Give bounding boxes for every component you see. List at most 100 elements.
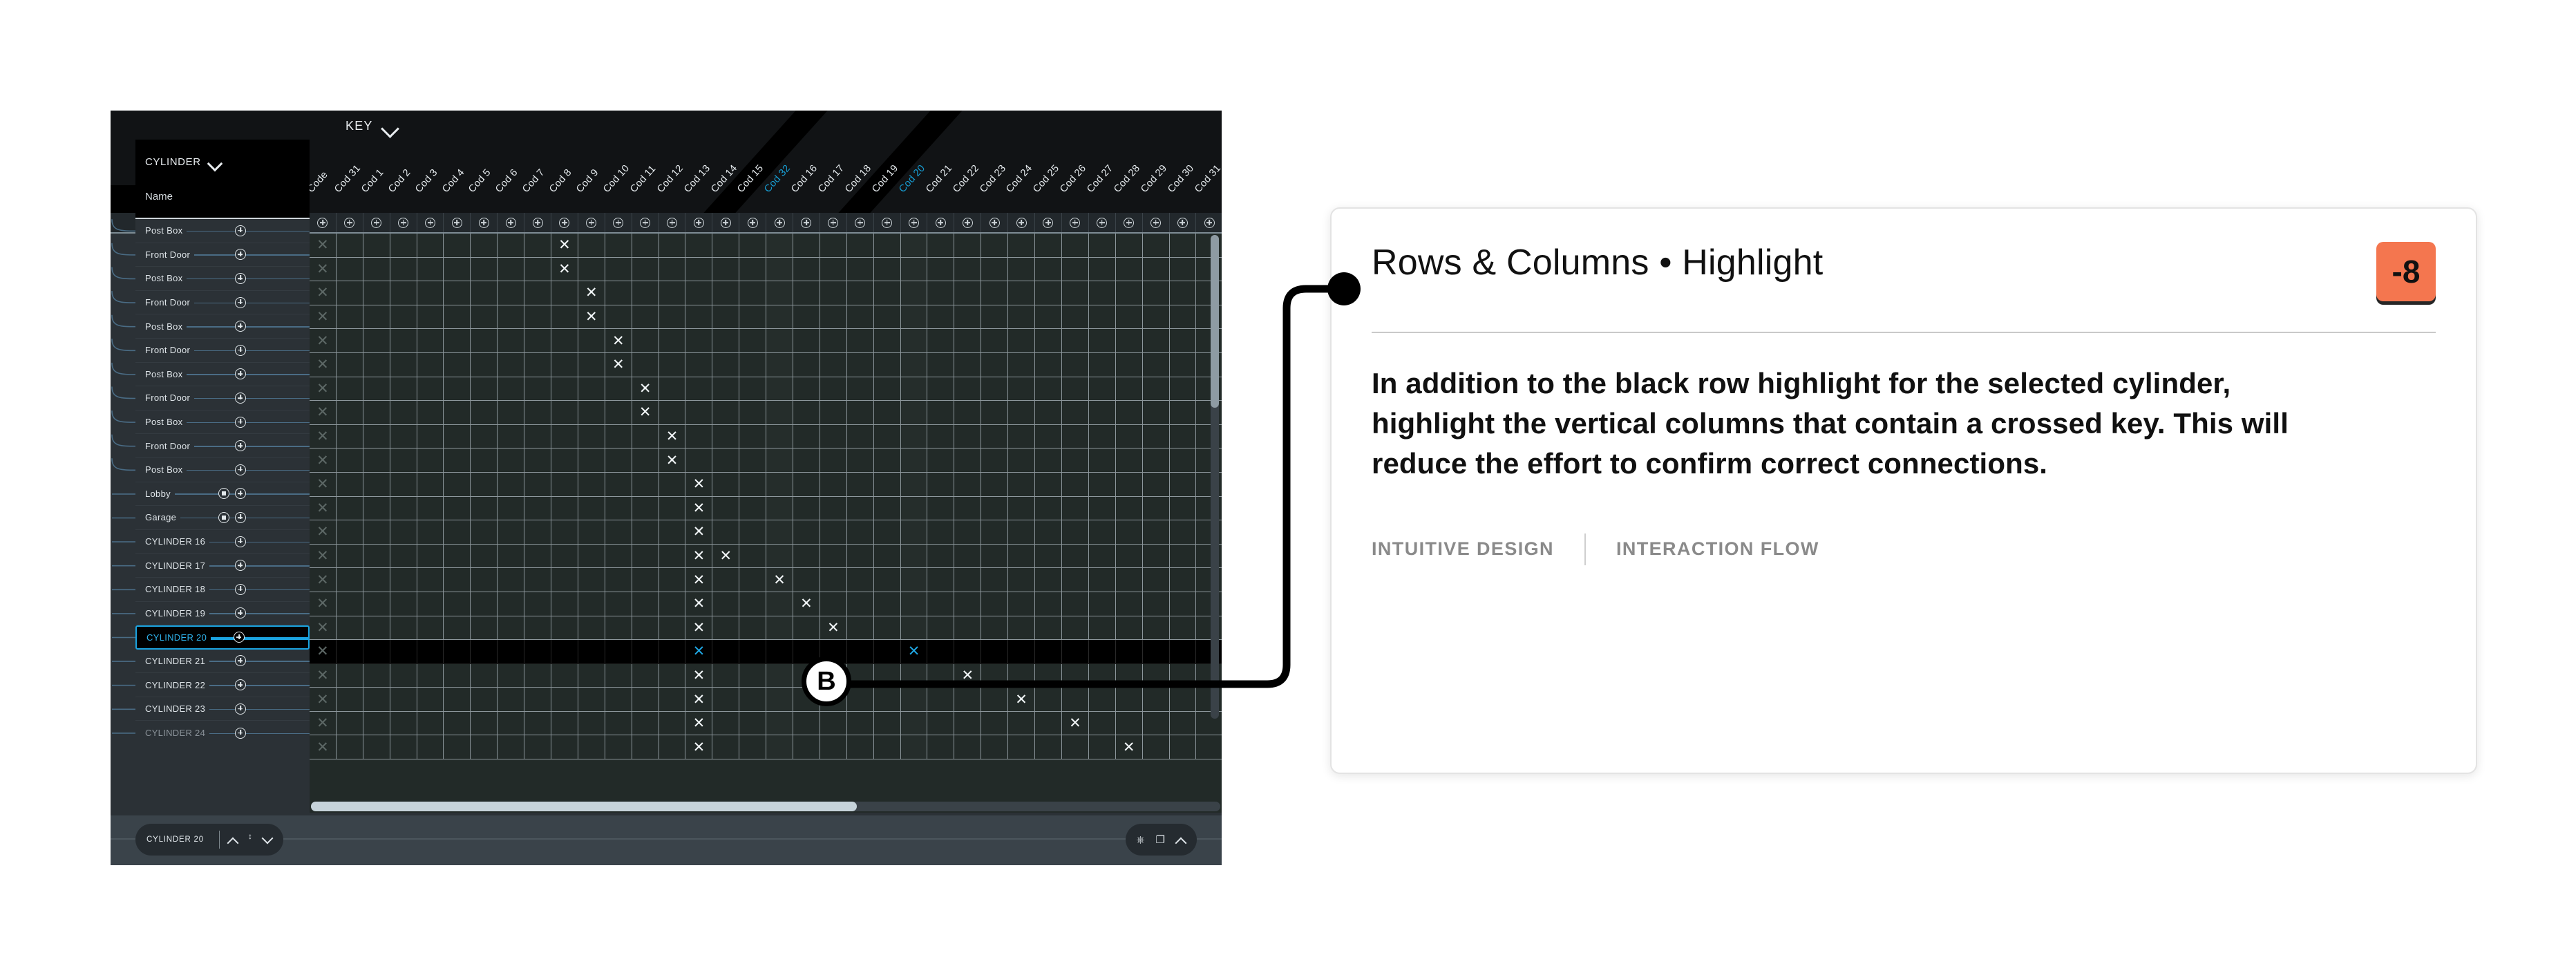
grid-cell[interactable] [1143,352,1170,377]
grid-cell[interactable] [1143,472,1170,496]
grid-cell[interactable] [712,448,740,472]
column-header-cod-6[interactable]: Cod 6 [493,167,520,195]
grid-cell[interactable]: ✕ [685,735,713,759]
grid-cell[interactable] [1008,424,1036,448]
grid-cell[interactable] [363,377,390,401]
column-header-cod-16[interactable]: Cod 16 [789,163,820,195]
grid-cell[interactable] [820,424,847,448]
grid-cell[interactable] [1116,305,1143,329]
grid-cell[interactable] [551,520,578,544]
grid-cell[interactable] [444,544,471,568]
grid-cell[interactable] [820,472,847,496]
grid-cell[interactable] [793,448,820,472]
grid-row[interactable]: ✕ ✕ ✕ [310,688,1222,712]
grid-cell[interactable] [1089,448,1116,472]
grid-cell[interactable] [1170,568,1197,592]
grid-cell[interactable] [900,401,928,424]
grid-cell[interactable] [524,472,552,496]
column-header-cod-10[interactable]: Cod 10 [601,163,632,195]
grid-cell[interactable] [900,616,928,640]
grid-cell[interactable] [954,472,982,496]
grid-cell[interactable] [1143,257,1170,281]
row-connector-knob-icon[interactable] [235,488,246,500]
grid-cell[interactable] [927,544,955,568]
grid-cell[interactable] [578,616,605,640]
grid-cell[interactable] [605,735,632,759]
grid-cell[interactable] [1062,640,1089,663]
grid-cell[interactable] [981,616,1009,640]
grid-cell[interactable] [1008,257,1036,281]
grid-cell[interactable] [471,448,498,472]
grid-cell[interactable] [712,496,740,520]
column-header-cod-13[interactable]: Cod 13 [682,163,712,195]
secondary-marker-icon[interactable] [218,488,229,500]
grid-cell[interactable] [444,711,471,735]
grid-cell[interactable] [524,234,552,257]
sidebar-row[interactable]: CYLINDER 24 [135,721,310,745]
grid-cell[interactable]: ✕ [659,424,686,448]
grid-cell[interactable] [874,735,901,759]
grid-cell[interactable] [1116,401,1143,424]
add-code-button[interactable] [390,213,417,232]
grid-cell[interactable] [766,401,794,424]
grid-cell[interactable] [1035,448,1062,472]
grid-cell[interactable] [337,592,363,616]
grid-cell[interactable] [766,448,794,472]
grid-cell[interactable] [900,329,928,352]
grid-cell[interactable] [927,592,955,616]
grid-cell[interactable] [551,688,578,711]
grid-row[interactable]: ✕ ✕ [310,305,1222,330]
grid-cell[interactable] [1035,640,1062,663]
grid-cell[interactable] [524,401,552,424]
column-header-cod-7[interactable]: Cod 7 [520,167,547,195]
caret-up-icon[interactable] [228,837,238,843]
grid-cell[interactable] [1089,520,1116,544]
grid-cell[interactable] [632,663,659,688]
grid-cell[interactable] [1062,234,1089,257]
add-code-button[interactable] [874,213,901,232]
grid-cell[interactable] [659,257,686,281]
add-code-button[interactable] [1062,213,1089,232]
column-header-cod-9[interactable]: Cod 9 [574,167,600,195]
column-header-cod-31[interactable]: Cod 31 [332,163,363,195]
grid-cell[interactable] [659,234,686,257]
grid-cell[interactable] [659,377,686,401]
grid-cell[interactable] [551,281,578,305]
grid-cell[interactable] [1008,616,1036,640]
grid-cell[interactable] [847,448,874,472]
grid-cell[interactable] [1089,305,1116,329]
grid-cell[interactable] [712,281,740,305]
grid-cell[interactable] [847,329,874,352]
grid-cell[interactable] [417,448,444,472]
grid-cell[interactable] [337,329,363,352]
grid-cell[interactable] [766,711,794,735]
row-label-sidebar[interactable]: Post Box Front Door Post Box Front Door Post… [135,219,310,810]
grid-cell[interactable] [551,352,578,377]
grid-cell[interactable] [1170,401,1197,424]
grid-cell[interactable] [739,616,767,640]
grid-cell[interactable] [605,234,632,257]
grid-row[interactable]: ✕ ✕ [310,281,1222,305]
grid-cell[interactable] [981,257,1009,281]
grid-cell[interactable]: ✕ [820,616,847,640]
grid-cell[interactable]: ✕ [310,711,337,735]
grid-cell[interactable] [874,544,901,568]
grid-cell[interactable] [1035,616,1062,640]
grid-cell[interactable] [417,663,444,688]
grid-cell[interactable] [659,305,686,329]
grid-cell[interactable] [524,592,552,616]
grid-cell[interactable] [605,544,632,568]
grid-cell[interactable] [1143,401,1170,424]
grid-cell[interactable] [444,735,471,759]
grid-cell[interactable] [444,448,471,472]
grid-cell[interactable] [337,401,363,424]
grid-cell[interactable] [605,305,632,329]
grid-cell[interactable] [1116,592,1143,616]
grid-cell[interactable]: ✕ [685,663,713,688]
grid-cell[interactable] [632,544,659,568]
grid-cell[interactable] [1116,281,1143,305]
grid-cell[interactable] [1116,352,1143,377]
grid-cell[interactable] [1089,352,1116,377]
add-code-button[interactable] [471,213,498,232]
grid-cell[interactable] [390,329,417,352]
